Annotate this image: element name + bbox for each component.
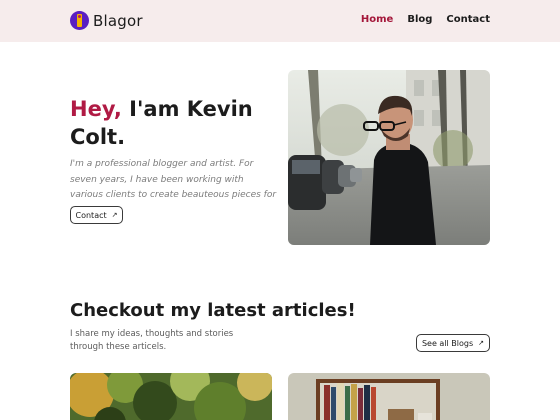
articles-section-title: Checkout my latest articles! (70, 300, 356, 321)
logo[interactable]: Blagor (70, 11, 143, 30)
see-all-blogs-label: See all Blogs (421, 338, 474, 348)
hero-title-accent: Hey, (70, 97, 122, 121)
hero-title: Hey, I'am Kevin Colt. (70, 95, 290, 151)
contact-button[interactable]: Contact ↗ (70, 206, 123, 224)
articles-section-description: I share my ideas, thoughts and stories t… (70, 329, 234, 352)
arrow-up-right-icon: ↗ (111, 211, 118, 219)
site-header: Blagor Home Blog Contact (0, 0, 560, 42)
nav-contact-link[interactable]: Contact (446, 14, 490, 25)
logo-icon (70, 11, 89, 30)
hero-portrait-photo (288, 70, 490, 245)
logo-text: Blagor (93, 11, 143, 30)
arrow-up-right-icon: ↗ (478, 339, 485, 347)
nav-blog-link[interactable]: Blog (407, 14, 432, 25)
see-all-blogs-button[interactable]: See all Blogs ↗ (416, 334, 490, 352)
main-nav: Home Blog Contact (361, 14, 490, 25)
contact-button-label: Contact (75, 210, 107, 220)
article-card-image[interactable] (288, 373, 490, 420)
article-card-image[interactable] (70, 373, 272, 420)
nav-home-link[interactable]: Home (361, 14, 393, 25)
